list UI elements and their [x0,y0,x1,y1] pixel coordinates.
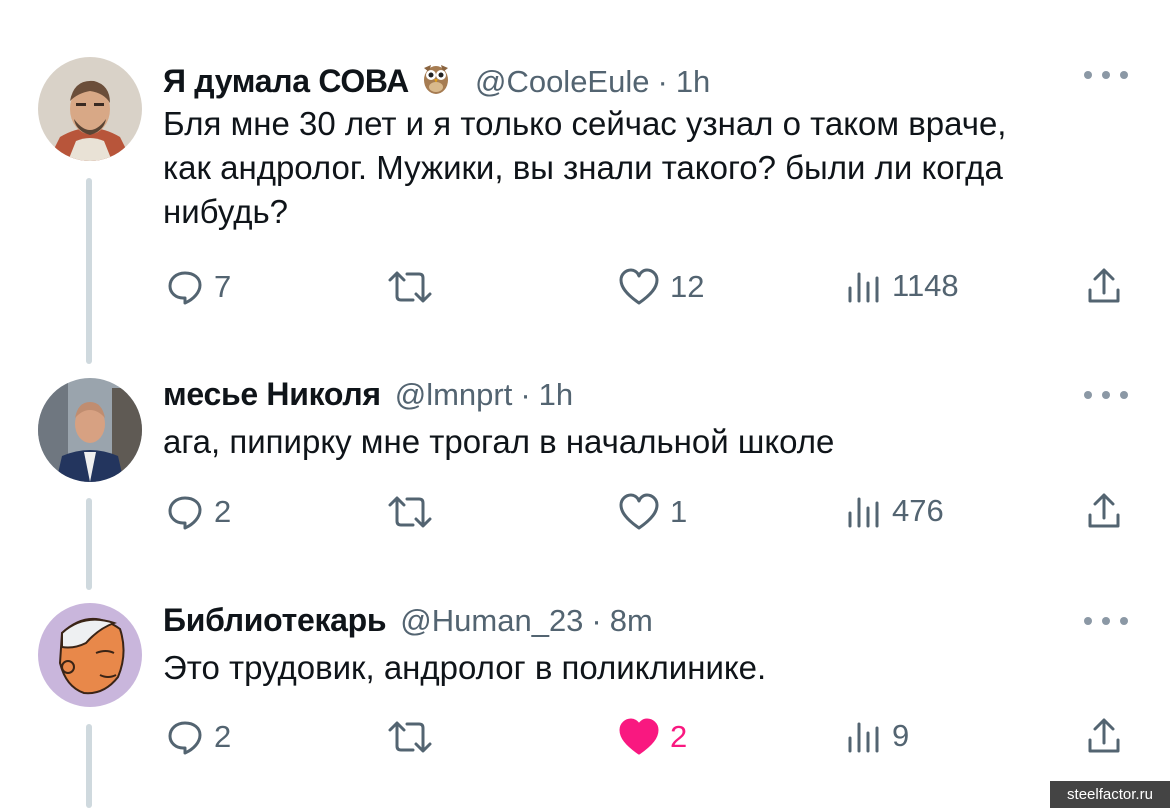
separator-dot: · [591,603,602,638]
avatar[interactable] [38,603,142,707]
views-icon [848,497,879,528]
views-count: 1148 [892,268,959,303]
thread-line [86,178,92,364]
like-count: 1 [670,494,688,529]
heart-icon [619,493,659,530]
share-icon [1088,493,1120,528]
tweet-text-line: ага, пипирку мне трогал в начальной школ… [163,423,835,460]
views-icon [848,272,879,303]
reply-icon [168,721,202,755]
heart-icon [619,268,659,305]
thread-line [86,724,92,808]
heart-filled-icon [619,718,659,755]
user-handle[interactable]: @Human_23 [400,603,583,639]
watermark: steelfactor.ru [1050,781,1170,808]
user-handle[interactable]: @CooleEule [475,64,650,100]
avatar[interactable] [38,378,142,482]
reply-button[interactable]: 7 [166,268,231,306]
retweet-button[interactable] [386,718,434,756]
display-name[interactable]: месье Николя [163,376,381,413]
share-button[interactable] [1086,266,1122,306]
tweet-text: Бля мне 30 лет и я только сейчас узнал о… [163,102,1143,234]
like-button[interactable]: 1 [618,493,687,531]
retweet-icon [388,496,432,528]
retweet-button[interactable] [386,268,434,306]
tweet-header: месье Николя @lmnprt · 1h [163,376,573,413]
tweet-text-line: Бля мне 30 лет и я только сейчас узнал о… [163,105,1007,142]
tweet-header: Библиотекарь @Human_23 · 8m [163,602,653,639]
views-button[interactable]: 1148 [846,268,959,304]
timestamp[interactable]: 8m [610,603,653,639]
reply-count: 7 [214,269,232,304]
separator-dot: · [520,377,531,412]
views-button[interactable]: 476 [846,493,944,529]
reply-button[interactable]: 2 [166,718,231,756]
share-button[interactable] [1086,716,1122,756]
timestamp[interactable]: 1h [539,377,573,413]
like-count: 12 [670,269,705,304]
retweet-button[interactable] [386,493,434,531]
reply-count: 2 [214,719,232,754]
like-button[interactable]: 12 [618,268,704,306]
reply-icon [168,271,202,305]
display-name[interactable]: Я думала СОВА [163,63,409,100]
retweet-icon [388,721,432,753]
more-icon[interactable] [1084,390,1128,400]
views-count: 9 [892,718,910,753]
like-button[interactable]: 2 [618,718,687,756]
more-icon[interactable] [1084,70,1128,80]
separator-dot: · [657,64,668,99]
reply-button[interactable]: 2 [166,493,231,531]
tweet-header: Я думала СОВА @CooleEule · 1h [163,56,710,100]
share-icon [1088,268,1120,303]
retweet-icon [388,271,432,303]
views-button[interactable]: 9 [846,718,909,754]
like-count: 2 [670,719,688,754]
share-icon [1088,718,1120,753]
share-button[interactable] [1086,491,1122,531]
more-icon[interactable] [1084,616,1128,626]
views-icon [848,722,879,753]
avatar[interactable] [38,57,142,161]
tweet-text-line: как андролог. Мужики, вы знали такого? б… [163,149,1003,186]
views-count: 476 [892,493,944,528]
display-name[interactable]: Библиотекарь [163,602,387,639]
timestamp[interactable]: 1h [676,64,710,100]
tweet-text-line: нибудь? [163,193,289,230]
tweet-text-line: Это трудовик, андролог в поликлинике. [163,649,767,686]
thread-line [86,498,92,590]
user-handle[interactable]: @lmnprt [395,377,513,413]
tweet-text: ага, пипирку мне трогал в начальной школ… [163,420,1143,464]
reply-count: 2 [214,494,232,529]
owl-icon [421,60,451,101]
tweet-text: Это трудовик, андролог в поликлинике. [163,646,1143,690]
reply-icon [168,496,202,530]
